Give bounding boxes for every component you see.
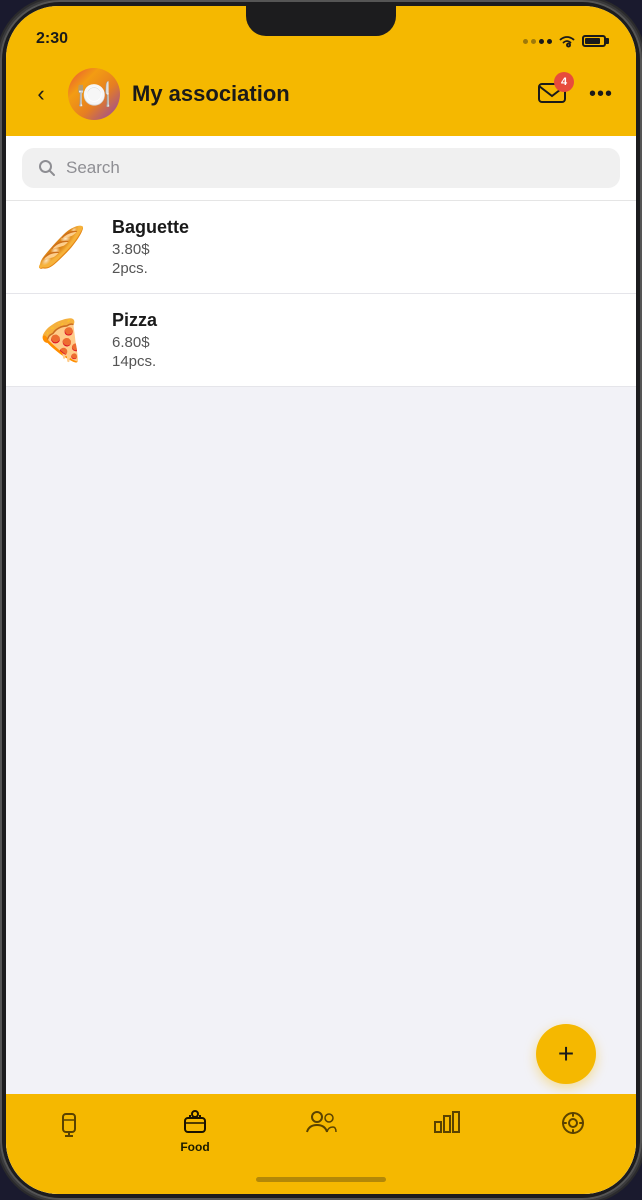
food-item-image-baguette: 🥖 [26, 220, 96, 275]
search-container: Search [6, 136, 636, 201]
food-item-name: Baguette [112, 217, 616, 238]
food-item-name: Pizza [112, 310, 616, 331]
header-actions: 4 ••• [534, 76, 616, 112]
fab-container: + [536, 1024, 596, 1084]
drink-icon [56, 1110, 82, 1138]
food-item-image-pizza: 🍕 [26, 313, 96, 368]
food-icon [181, 1110, 209, 1136]
list-item[interactable]: 🥖 Baguette 3.80$ 2pcs. [6, 201, 636, 294]
add-icon: + [558, 1040, 574, 1068]
search-icon [38, 159, 56, 177]
food-item-info-pizza: Pizza 6.80$ 14pcs. [112, 310, 616, 370]
wifi-icon [558, 34, 576, 48]
nav-item-food[interactable]: Food [132, 1106, 258, 1154]
battery-icon [582, 35, 606, 47]
nav-item-people[interactable] [258, 1106, 384, 1134]
food-item-price: 6.80$ [112, 334, 616, 351]
search-bar[interactable]: Search [22, 148, 620, 188]
page-title: My association [132, 81, 522, 107]
more-icon: ••• [589, 83, 613, 106]
app-header: ‹ 🍽️ My association 4 ••• [6, 56, 636, 136]
phone-frame: 2:30 [0, 0, 642, 1200]
settings-icon [560, 1110, 586, 1136]
back-button[interactable]: ‹ [26, 79, 56, 109]
back-arrow-icon: ‹ [37, 81, 44, 107]
nav-item-drink[interactable] [6, 1106, 132, 1138]
home-indicator [256, 1177, 386, 1182]
notch [246, 6, 396, 36]
status-time: 2:30 [36, 30, 68, 48]
more-button[interactable]: ••• [586, 79, 616, 109]
notification-button[interactable]: 4 [534, 76, 570, 112]
phone-screen: 2:30 [6, 6, 636, 1194]
nav-item-stats[interactable] [384, 1106, 510, 1134]
people-icon [305, 1110, 337, 1134]
food-list: 🥖 Baguette 3.80$ 2pcs. 🍕 Pizza 6 [6, 201, 636, 387]
search-placeholder: Search [66, 158, 120, 178]
food-item-quantity: 2pcs. [112, 260, 616, 277]
food-item-quantity: 14pcs. [112, 353, 616, 370]
status-icons [523, 34, 606, 48]
food-item-price: 3.80$ [112, 241, 616, 258]
food-item-info-baguette: Baguette 3.80$ 2pcs. [112, 217, 616, 277]
signal-icon [523, 39, 552, 44]
stats-icon [433, 1110, 461, 1134]
avatar: 🍽️ [68, 68, 120, 120]
list-item[interactable]: 🍕 Pizza 6.80$ 14pcs. [6, 294, 636, 387]
nav-label-food: Food [180, 1140, 209, 1154]
notification-badge: 4 [554, 72, 574, 92]
add-item-button[interactable]: + [536, 1024, 596, 1084]
nav-item-settings[interactable] [510, 1106, 636, 1136]
